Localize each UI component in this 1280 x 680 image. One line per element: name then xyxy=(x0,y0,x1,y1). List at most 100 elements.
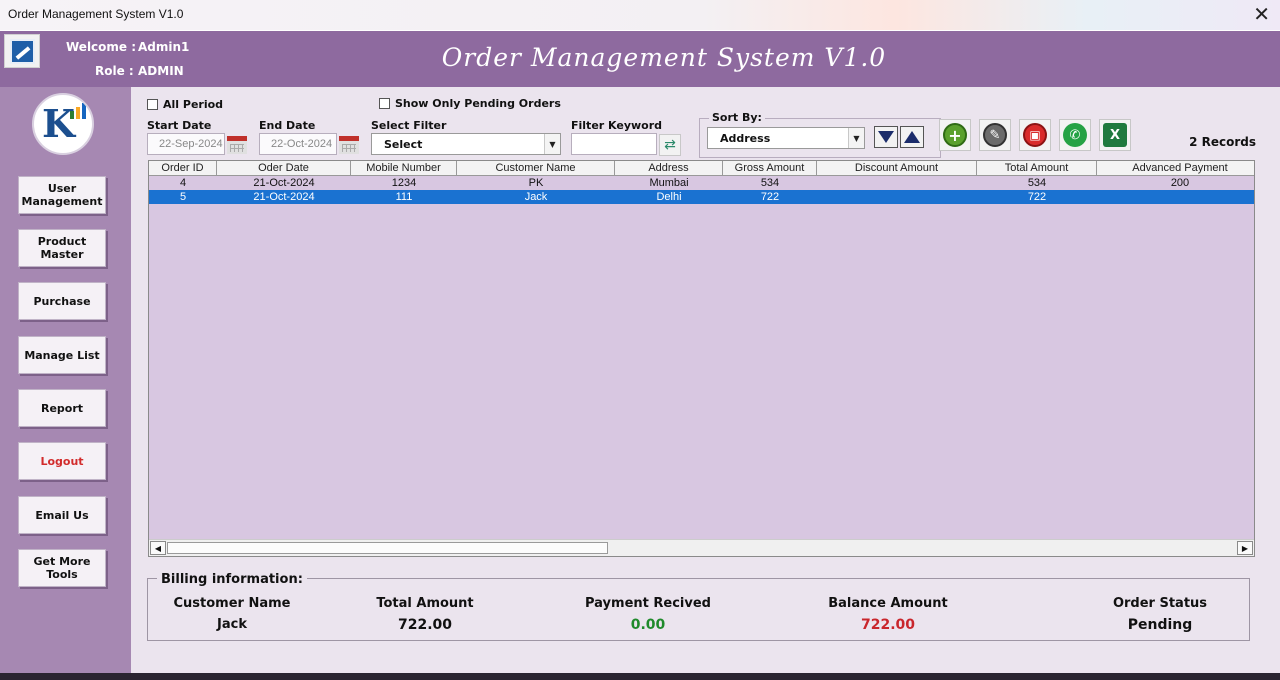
billing-total-amount: Total Amount 722.00 xyxy=(335,596,515,633)
column-header[interactable]: Total Amount xyxy=(977,161,1097,176)
customer-name-label: Customer Name xyxy=(173,596,291,611)
cell-customer-name: PK xyxy=(528,177,544,189)
order-status-value: Pending xyxy=(1127,617,1193,633)
taskbar-edge xyxy=(0,673,1280,680)
cell-mobile: 1234 xyxy=(391,177,417,189)
cell-address: Delhi xyxy=(656,191,682,203)
pending-only-label: Show Only Pending Orders xyxy=(395,97,561,110)
chevron-down-icon[interactable]: ▼ xyxy=(848,128,864,148)
billing-payment-received: Payment Recived 0.00 xyxy=(558,596,738,633)
sort-ascending-icon[interactable] xyxy=(900,126,924,148)
orders-grid[interactable]: Order ID Oder Date Mobile Number Custome… xyxy=(148,160,1255,557)
filter-keyword-input[interactable] xyxy=(571,133,657,155)
cell-gross-amount: 722 xyxy=(760,191,780,203)
excel-icon: X xyxy=(1103,123,1127,147)
billing-order-status: Order Status Pending xyxy=(1070,596,1250,633)
all-period-label: All Period xyxy=(163,98,224,111)
pencil-icon: ✎ xyxy=(983,123,1007,147)
balance-amount-label: Balance Amount xyxy=(828,596,948,611)
get-more-tools-button[interactable]: Get More Tools xyxy=(18,549,106,587)
scroll-left-icon[interactable]: ◀ xyxy=(150,541,166,555)
column-header[interactable]: Discount Amount xyxy=(817,161,977,176)
report-button[interactable]: Report xyxy=(18,389,106,427)
column-header[interactable]: Address xyxy=(615,161,723,176)
cell-total-amount: 534 xyxy=(1027,177,1047,189)
main-panel: All Period Show Only Pending Orders Star… xyxy=(131,87,1280,673)
cell-address: Mumbai xyxy=(649,177,689,189)
filter-keyword-label: Filter Keyword xyxy=(571,119,663,132)
customer-name-value: Jack xyxy=(217,617,247,632)
whatsapp-icon: ✆ xyxy=(1063,123,1087,147)
chevron-down-icon[interactable]: ▼ xyxy=(544,134,560,154)
cell-order-id: 4 xyxy=(179,177,187,189)
start-date-field[interactable]: 22-Sep-2024 xyxy=(147,133,225,155)
column-header[interactable]: Advanced Payment xyxy=(1097,161,1254,176)
sort-by-dropdown[interactable]: Address ▼ xyxy=(707,127,865,149)
column-header[interactable]: Customer Name xyxy=(457,161,615,176)
total-amount-label: Total Amount xyxy=(376,596,474,611)
calendar-icon[interactable] xyxy=(339,136,359,154)
scrollbar-thumb[interactable] xyxy=(167,542,608,554)
table-row-selected[interactable]: 5 21-Oct-2024 111 Jack Delhi 722 722 xyxy=(149,190,1254,204)
cell-advanced-payment: 200 xyxy=(1170,177,1190,189)
cell-order-id: 5 xyxy=(179,191,187,203)
cell-order-date: 21-Oct-2024 xyxy=(253,191,315,203)
column-header[interactable]: Mobile Number xyxy=(351,161,457,176)
logout-button[interactable]: Logout xyxy=(18,442,106,480)
manage-list-button[interactable]: Manage List xyxy=(18,336,106,374)
sort-by-value: Address xyxy=(720,132,771,145)
end-date-label: End Date xyxy=(259,119,316,132)
sort-descending-icon[interactable] xyxy=(874,126,898,148)
edit-order-button[interactable]: ✎ xyxy=(979,119,1011,151)
window-titlebar: Order Management System V1.0 ✕ xyxy=(0,0,1280,30)
column-header[interactable]: Gross Amount xyxy=(723,161,817,176)
checkbox-box[interactable] xyxy=(379,98,390,109)
billing-balance-amount: Balance Amount 722.00 xyxy=(798,596,978,633)
email-us-button[interactable]: Email Us xyxy=(18,496,106,534)
payment-received-label: Payment Recived xyxy=(585,596,711,611)
start-date-label: Start Date xyxy=(147,119,212,132)
total-amount-value: 722.00 xyxy=(397,617,453,633)
product-master-button[interactable]: Product Master xyxy=(18,229,106,267)
select-filter-dropdown[interactable]: Select ▼ xyxy=(371,133,561,155)
delete-order-button[interactable]: ▣ xyxy=(1019,119,1051,151)
checkbox-box[interactable] xyxy=(147,99,158,110)
add-order-button[interactable]: + xyxy=(939,119,971,151)
order-status-label: Order Status xyxy=(1112,596,1208,611)
all-period-checkbox[interactable]: All Period xyxy=(147,98,223,111)
horizontal-scrollbar[interactable]: ◀ ▶ xyxy=(149,539,1254,556)
select-filter-value: Select xyxy=(384,138,423,151)
records-count: 2 Records xyxy=(1189,135,1256,149)
purchase-button[interactable]: Purchase xyxy=(18,282,106,320)
user-management-button[interactable]: User Management xyxy=(18,176,106,214)
pending-only-checkbox[interactable]: Show Only Pending Orders xyxy=(379,97,561,110)
company-logo: K xyxy=(32,93,94,155)
billing-customer-name: Customer Name Jack xyxy=(142,596,322,632)
end-date-field[interactable]: 22-Oct-2024 xyxy=(259,133,337,155)
export-excel-button[interactable]: X xyxy=(1099,119,1131,151)
scroll-right-icon[interactable]: ▶ xyxy=(1237,541,1253,555)
app-header: Welcome : Admin1 Role : ADMIN Order Mana… xyxy=(0,31,1280,87)
refresh-icon[interactable]: ⇄ xyxy=(659,134,681,156)
calendar-icon[interactable] xyxy=(227,136,247,154)
balance-amount-value: 722.00 xyxy=(860,617,916,633)
cell-mobile: 111 xyxy=(395,191,413,203)
sidebar: K User Management Product Master Purchas… xyxy=(0,87,131,673)
whatsapp-button[interactable]: ✆ xyxy=(1059,119,1091,151)
app-title: Order Management System V1.0 xyxy=(441,43,887,72)
select-filter-label: Select Filter xyxy=(371,119,447,132)
sort-by-label: Sort By: xyxy=(709,111,765,124)
close-icon[interactable]: ✕ xyxy=(1253,2,1270,26)
column-header[interactable]: Oder Date xyxy=(217,161,351,176)
plus-circle-icon: + xyxy=(943,123,967,147)
billing-info-legend: Billing information: xyxy=(157,572,307,587)
window-title: Order Management System V1.0 xyxy=(8,7,184,21)
cell-total-amount: 722 xyxy=(1027,191,1047,203)
cell-gross-amount: 534 xyxy=(760,177,780,189)
column-header[interactable]: Order ID xyxy=(149,161,217,176)
payment-received-value: 0.00 xyxy=(630,617,666,633)
trash-icon: ▣ xyxy=(1023,123,1047,147)
cell-customer-name: Jack xyxy=(524,191,548,203)
table-row[interactable]: 4 21-Oct-2024 1234 PK Mumbai 534 534 200 xyxy=(149,176,1254,190)
cell-order-date: 21-Oct-2024 xyxy=(253,177,315,189)
